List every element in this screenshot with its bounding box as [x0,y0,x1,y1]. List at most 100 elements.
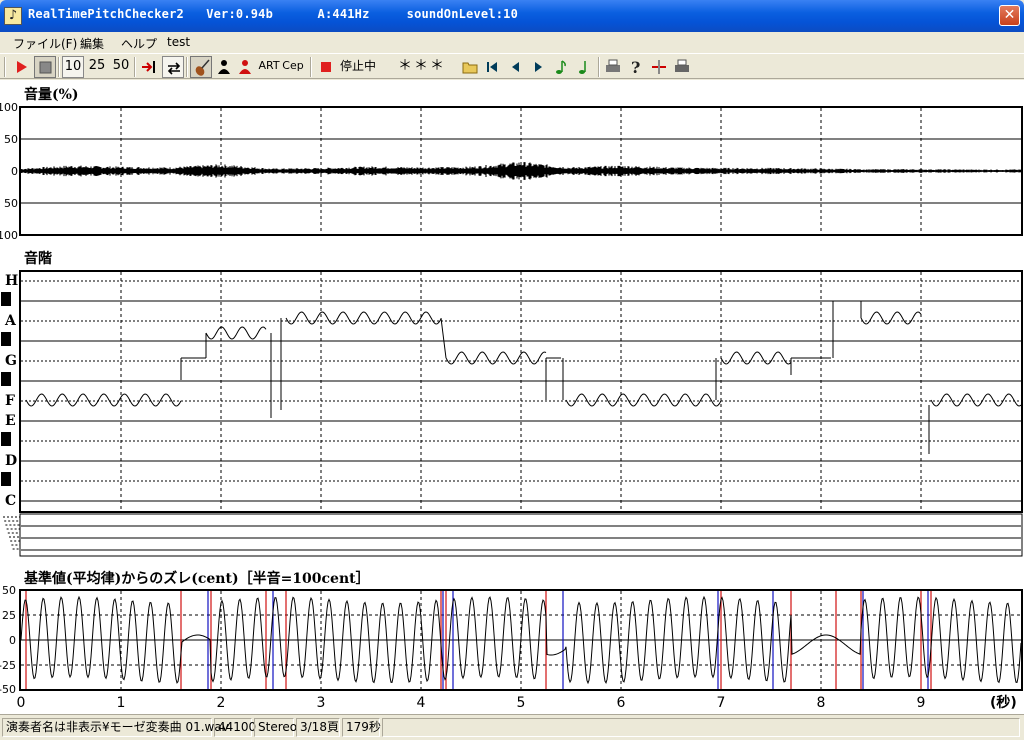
x-tick-label: 6 [617,695,626,711]
prev-page-icon [512,62,519,72]
violin-button[interactable] [190,56,212,78]
violin-icon [195,59,210,76]
scale-title: 音階 [24,251,52,267]
menu-bar: ファイル(F) 編集 ヘルプ test [0,32,1024,52]
title-bar[interactable]: ♪ RealTimePitchChecker2 Ver:0.94b A:441H… [0,0,1024,32]
note-label-d: D [5,453,17,469]
person-black-button[interactable] [214,56,234,78]
note-label-a: A [4,313,17,329]
cent-ylabel: 0 [9,634,16,647]
jump-end-button[interactable] [138,56,160,78]
x-tick-label: 7 [717,695,726,711]
stop-button[interactable] [34,56,56,78]
play-button[interactable] [10,56,32,78]
volume-panel: 100 50 0 50 100 [0,101,1023,242]
art-button[interactable]: ART [258,56,280,78]
split-button[interactable] [649,56,669,78]
note-label-h: H [5,273,18,289]
note-label-f: F [5,393,15,409]
note-button[interactable] [551,56,571,78]
black-key [1,372,11,386]
jump-end-icon [142,61,155,73]
svg-text:?: ? [631,58,640,77]
note-label-g: G [5,353,17,369]
first-page-button[interactable] [482,56,502,78]
next-page-button[interactable] [528,56,548,78]
speed-50-button[interactable]: 50 [110,56,132,78]
menu-help[interactable]: ヘルプ [121,35,157,52]
state-label: 停止中 [339,59,376,73]
open-folder-button[interactable] [460,56,480,78]
main-area: 100 50 0 50 100 HAGFEDC 50 25 0 25 50 0 … [0,80,1024,714]
person-red-button[interactable] [235,56,255,78]
vol-ylabel: 0 [11,165,18,178]
split-icon [652,60,666,74]
close-button[interactable]: ✕ [999,5,1020,26]
record-icon [321,62,331,72]
black-key [1,332,11,346]
toolbar-separator [310,57,312,77]
note-alt-icon [579,61,586,74]
window-title: RealTimePitchChecker2 Ver:0.94b A:441Hz … [28,7,519,21]
loop-icon [167,62,181,75]
menu-test[interactable]: test [167,35,190,49]
menu-file[interactable]: ファイル(F) [13,35,77,52]
x-tick-label: 0 [17,695,26,711]
help-button[interactable]: ? [626,56,646,78]
help-icon: ? [631,58,640,77]
cent-panel: 50 25 0 -25 -50 0 1 2 3 4 5 6 7 8 9 (秒) [0,584,1023,711]
status-file: 演奏者名は非表示¥モーゼ変奏曲 01.wav [2,718,229,737]
x-tick-label: 3 [317,695,326,711]
print-button[interactable] [603,56,623,78]
print2-button[interactable] [672,56,692,78]
x-tick-label: 9 [917,695,926,711]
play-icon [17,61,27,73]
stop-icon [39,61,52,74]
open-folder-icon [462,62,478,74]
prev-page-button[interactable] [505,56,525,78]
status-page: 3/18頁 [296,718,340,737]
cent-ylabel: -25 [0,659,16,672]
speed-25-button[interactable]: 25 [86,56,108,78]
note-icon [556,60,566,74]
first-page-icon [487,62,497,72]
black-key [1,472,11,486]
status-bar: 演奏者名は非表示¥モーゼ変奏曲 01.wav 44100 Stereo 3/18… [0,714,1024,740]
black-key [1,432,11,446]
note-display: ＊＊＊ [398,58,446,74]
vol-ylabel: 50 [4,197,18,210]
scale-panel: H A G FE D C [1,270,1023,557]
loop-button[interactable] [162,56,184,78]
person-red-icon [239,60,251,74]
plots-canvas: 100 50 0 50 100 HAGFEDC 50 25 0 25 50 0 … [0,101,1023,711]
volume-title: 音量(%) [24,87,79,103]
note-label-e: E [5,413,16,429]
x-tick-label: 5 [517,695,526,711]
person-black-icon [218,60,230,74]
menu-edit[interactable]: 編集 [80,35,104,52]
cent-ylabel: 25 [2,609,16,622]
status-duration: 179秒 [342,718,381,737]
note-alt-button[interactable] [574,56,594,78]
x-axis-unit: (秒) [990,694,1017,711]
next-page-icon [535,62,542,72]
print-icon [606,59,620,72]
toolbar: 10 25 50 ART Cep 停止中 ＊＊＊ ? [0,53,1024,79]
status-rate: 44100 [214,718,256,737]
toolbar-separator [598,57,600,77]
black-key [1,292,11,306]
app-icon: ♪ [4,7,22,25]
x-tick-label: 8 [817,695,826,711]
vol-ylabel: 50 [4,133,18,146]
vol-ylabel: 100 [0,101,18,114]
cent-title: 基準値(平均律)からのズレ(cent)［半音=100cent］ [24,571,370,587]
app-window: ♪ RealTimePitchChecker2 Ver:0.94b A:441H… [0,0,1024,740]
vol-ylabel: 100 [0,229,18,242]
status-channels: Stereo [254,718,297,737]
speed-10-button[interactable]: 10 [62,56,84,78]
cep-button[interactable]: Cep [281,56,305,78]
note-label-c: C [5,493,16,509]
x-tick-label: 2 [217,695,226,711]
record-button[interactable] [318,56,334,78]
toolbar-separator [186,57,188,77]
